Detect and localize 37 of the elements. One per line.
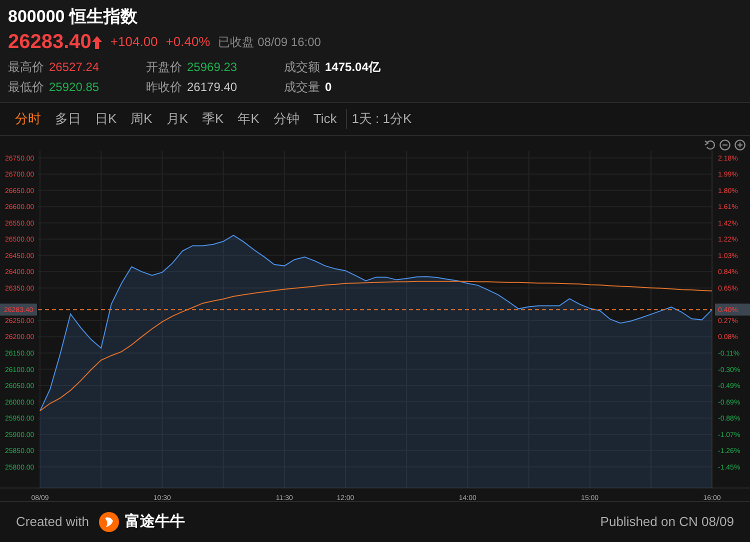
created-with-text: Created with (16, 513, 89, 532)
percent-marker-background (715, 303, 750, 316)
stat-value: 25969.23 (187, 59, 238, 76)
stat-value: 25920.85 (49, 79, 100, 96)
stat-label: 成交额 (284, 59, 320, 76)
percent-change: +0.40% (166, 33, 210, 52)
chart-tab[interactable]: 季K (195, 106, 231, 132)
stock-title: 800000 恒生指数 (8, 6, 138, 28)
chart-tab[interactable]: 日K (88, 106, 124, 132)
brand-name: 富途牛牛 (124, 512, 185, 532)
stat-value: 0 (325, 79, 332, 96)
chart-tab[interactable]: Tick (306, 106, 344, 132)
chart-tab[interactable]: 分钟 (266, 106, 306, 132)
period-selector[interactable]: 1天 : 1分K (348, 109, 415, 129)
current-price: 26283.40 (8, 30, 92, 55)
brand-logo-icon (98, 512, 119, 532)
price-change: +104.00 (110, 33, 158, 52)
stat-value: 26527.24 (49, 59, 100, 76)
stat-label: 开盘价 (146, 59, 182, 76)
zoom-in-icon[interactable] (734, 138, 746, 151)
chart-tab[interactable]: 年K (230, 106, 266, 132)
chart-tab[interactable]: 多日 (48, 106, 88, 132)
stat-label: 最高价 (8, 59, 44, 76)
stat-value: 26179.40 (187, 79, 238, 96)
stat-label: 成交量 (284, 79, 320, 96)
published-text: Published on CN 08/09 (600, 513, 734, 532)
stat-value: 1475.04亿 (325, 59, 380, 76)
chart-tab[interactable]: 分时 (8, 106, 48, 132)
undo-icon[interactable] (704, 138, 716, 151)
chart-tab[interactable]: 月K (159, 106, 196, 132)
chart-tab[interactable]: 周K (124, 106, 160, 132)
market-status: 已收盘 08/09 16:00 (218, 34, 321, 51)
up-arrow-icon (92, 36, 102, 48)
stat-label: 昨收价 (146, 79, 182, 96)
stat-label: 最低价 (8, 79, 44, 96)
price-marker-background (0, 303, 37, 316)
zoom-out-icon[interactable] (719, 138, 731, 151)
